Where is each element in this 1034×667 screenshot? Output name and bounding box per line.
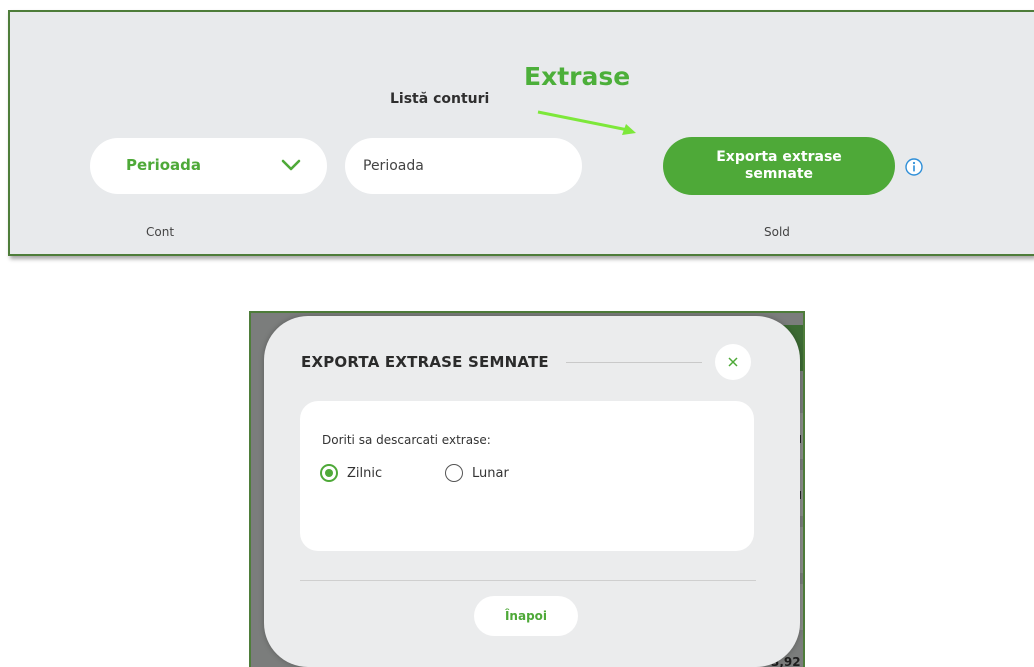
close-button[interactable] xyxy=(715,344,751,380)
period-select[interactable]: Perioada xyxy=(90,138,327,194)
column-header-sold: Sold xyxy=(764,225,790,239)
radio-selected-icon[interactable] xyxy=(320,464,338,482)
close-icon xyxy=(728,357,738,367)
info-icon[interactable] xyxy=(904,157,924,177)
radio-unselected-icon[interactable] xyxy=(445,464,463,482)
arrow-annotation-icon xyxy=(537,110,636,135)
export-dialog: EXPORTA EXTRASE SEMNATE Doriti sa descar… xyxy=(264,316,800,667)
footer-divider xyxy=(300,580,756,581)
title-divider xyxy=(566,362,702,363)
radio-zilnic-label: Zilnic xyxy=(347,465,383,481)
period-select-value: Perioada xyxy=(126,156,201,174)
radio-zilnic[interactable]: Zilnic xyxy=(320,464,382,482)
annotation-label: Extrase xyxy=(524,62,631,91)
question-label: Doriti sa descarcati extrase: xyxy=(322,433,491,447)
accounts-panel xyxy=(8,10,1034,256)
options-card: Doriti sa descarcati extrase: Zilnic Lun… xyxy=(300,401,754,551)
radio-lunar[interactable]: Lunar xyxy=(445,464,509,482)
period-input[interactable] xyxy=(345,138,582,194)
dialog-title: EXPORTA EXTRASE SEMNATE xyxy=(301,353,549,371)
tab-lista-conturi[interactable]: Listă conturi xyxy=(390,91,489,107)
radio-lunar-label: Lunar xyxy=(472,465,509,481)
back-button[interactable]: Înapoi xyxy=(474,596,578,636)
column-header-cont: Cont xyxy=(146,225,175,239)
export-signed-statements-button[interactable]: Exporta extrase semnate xyxy=(663,137,895,195)
chevron-down-icon xyxy=(281,159,301,171)
